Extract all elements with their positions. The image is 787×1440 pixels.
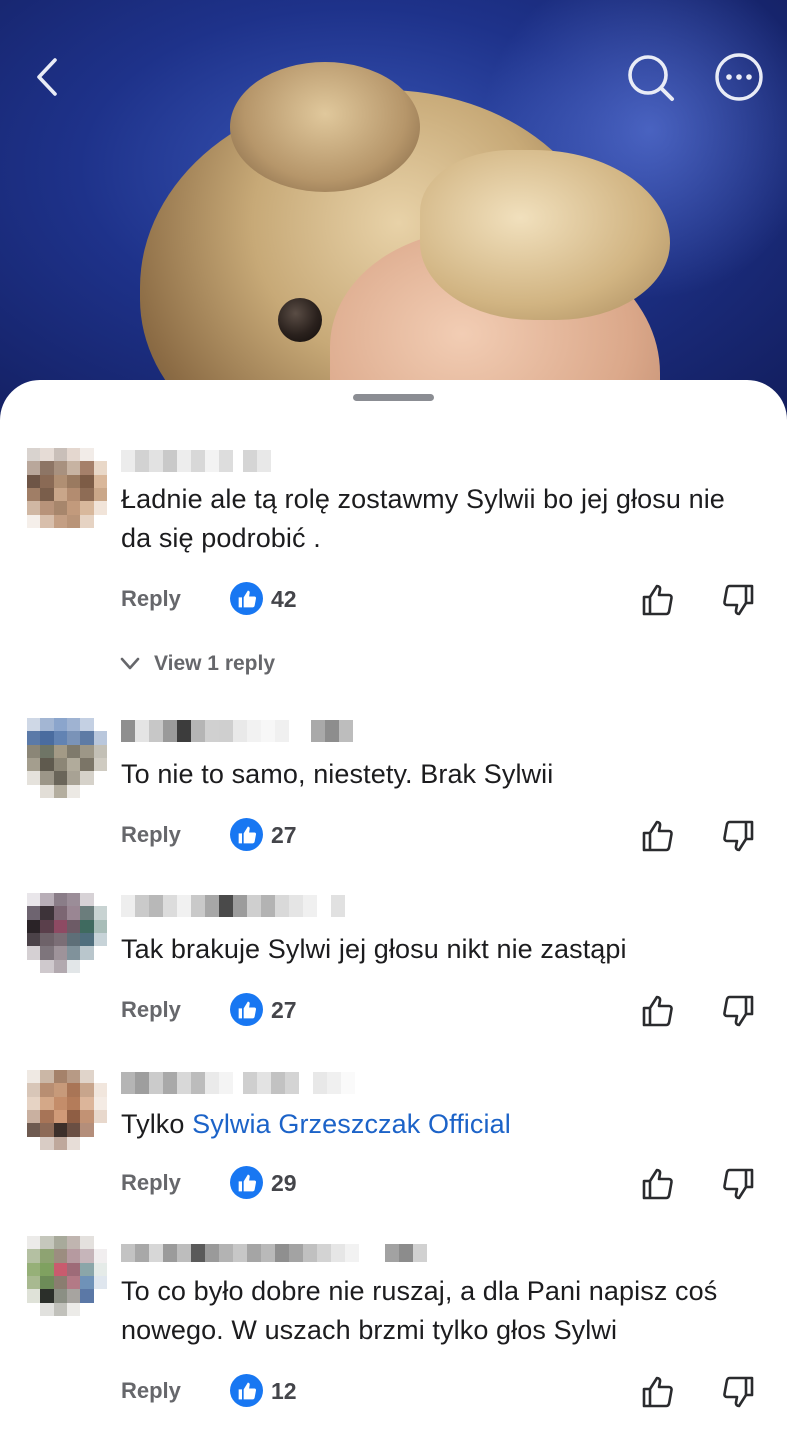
comment-text-prefix: Tylko [121,1109,193,1139]
avatar[interactable] [27,1236,107,1316]
comment-actions: Reply 12 [0,1372,787,1412]
reply-button[interactable]: Reply [121,822,181,848]
dislike-button[interactable] [720,993,756,1029]
thumbs-down-icon [723,584,754,616]
chevron-left-icon [37,58,57,96]
thumbs-up-filled-icon [238,590,256,607]
reply-button[interactable]: Reply [121,1170,181,1196]
reply-button[interactable]: Reply [121,997,181,1023]
reply-button[interactable]: Reply [121,1378,181,1404]
more-horizontal-icon [715,53,763,101]
like-button[interactable] [640,582,676,618]
comment-actions: Reply 42 [0,580,787,620]
thumbs-down-icon [723,1168,754,1200]
avatar[interactable] [27,893,107,973]
author-name-redacted[interactable] [121,450,301,472]
like-count-badge [230,582,263,615]
search-button[interactable] [623,50,677,104]
thumbs-up-icon [642,1376,673,1408]
avatar[interactable] [27,718,107,798]
view-replies-button[interactable]: View 1 reply [120,652,275,676]
search-icon [628,55,674,101]
more-options-button[interactable] [712,50,766,104]
earbud-shape [278,298,322,342]
like-count-badge [230,1374,263,1407]
comment-actions: Reply 29 [0,1164,787,1204]
author-name-redacted[interactable] [121,1244,461,1262]
dislike-button[interactable] [720,818,756,854]
thumbs-up-icon [642,584,673,616]
thumbs-up-filled-icon [238,826,256,843]
comment-text: To nie to samo, niestety. Brak Sylwii [121,759,554,789]
like-count-badge [230,993,263,1026]
reply-button[interactable]: Reply [121,586,181,612]
hair-bun-shape [230,62,420,192]
view-replies-label: View 1 reply [154,652,276,675]
like-button[interactable] [640,993,676,1029]
sheet-grabber[interactable] [353,394,434,401]
like-count-badge [230,1166,263,1199]
like-button[interactable] [640,1374,676,1410]
like-count-badge [230,818,263,851]
author-name-redacted[interactable] [121,720,367,742]
thumbs-down-icon [723,820,754,852]
comment-text: Tak brakuje Sylwi jej głosu nikt nie zas… [121,934,627,964]
thumbs-up-icon [642,820,673,852]
avatar[interactable] [27,1070,107,1150]
chevron-down-icon [120,657,140,670]
dislike-button[interactable] [720,1166,756,1202]
comment-text: Ładnie ale tą rolę zostawmy Sylwii bo je… [121,484,725,553]
like-count: 27 [271,822,297,848]
back-button[interactable] [20,50,74,104]
thumbs-up-icon [642,1168,673,1200]
author-name-redacted[interactable] [121,895,367,917]
like-button[interactable] [640,1166,676,1202]
comment-actions: Reply 27 [0,991,787,1031]
comments-sheet: Ładnie ale tą rolę zostawmy Sylwii bo je… [0,380,787,1440]
like-count: 27 [271,997,297,1023]
dislike-button[interactable] [720,582,756,618]
thumbs-down-icon [723,995,754,1027]
like-count: 12 [271,1378,297,1404]
like-count: 42 [271,586,297,612]
video-preview [0,0,787,420]
mention-link[interactable]: Sylwia Grzeszczak Official [192,1109,511,1139]
like-button[interactable] [640,818,676,854]
thumbs-up-icon [642,995,673,1027]
author-name-redacted[interactable] [121,1072,383,1094]
thumbs-down-icon [723,1376,754,1408]
comment-text: Tylko Sylwia Grzeszczak Official [121,1105,761,1144]
comment-actions: Reply 27 [0,816,787,856]
dislike-button[interactable] [720,1374,756,1410]
avatar[interactable] [27,448,107,528]
thumbs-up-filled-icon [238,1382,256,1399]
thumbs-up-filled-icon [238,1174,256,1191]
thumbs-up-filled-icon [238,1001,256,1018]
like-count: 29 [271,1170,297,1196]
comment-text: To co było dobre nie ruszaj, a dla Pani … [121,1276,718,1345]
